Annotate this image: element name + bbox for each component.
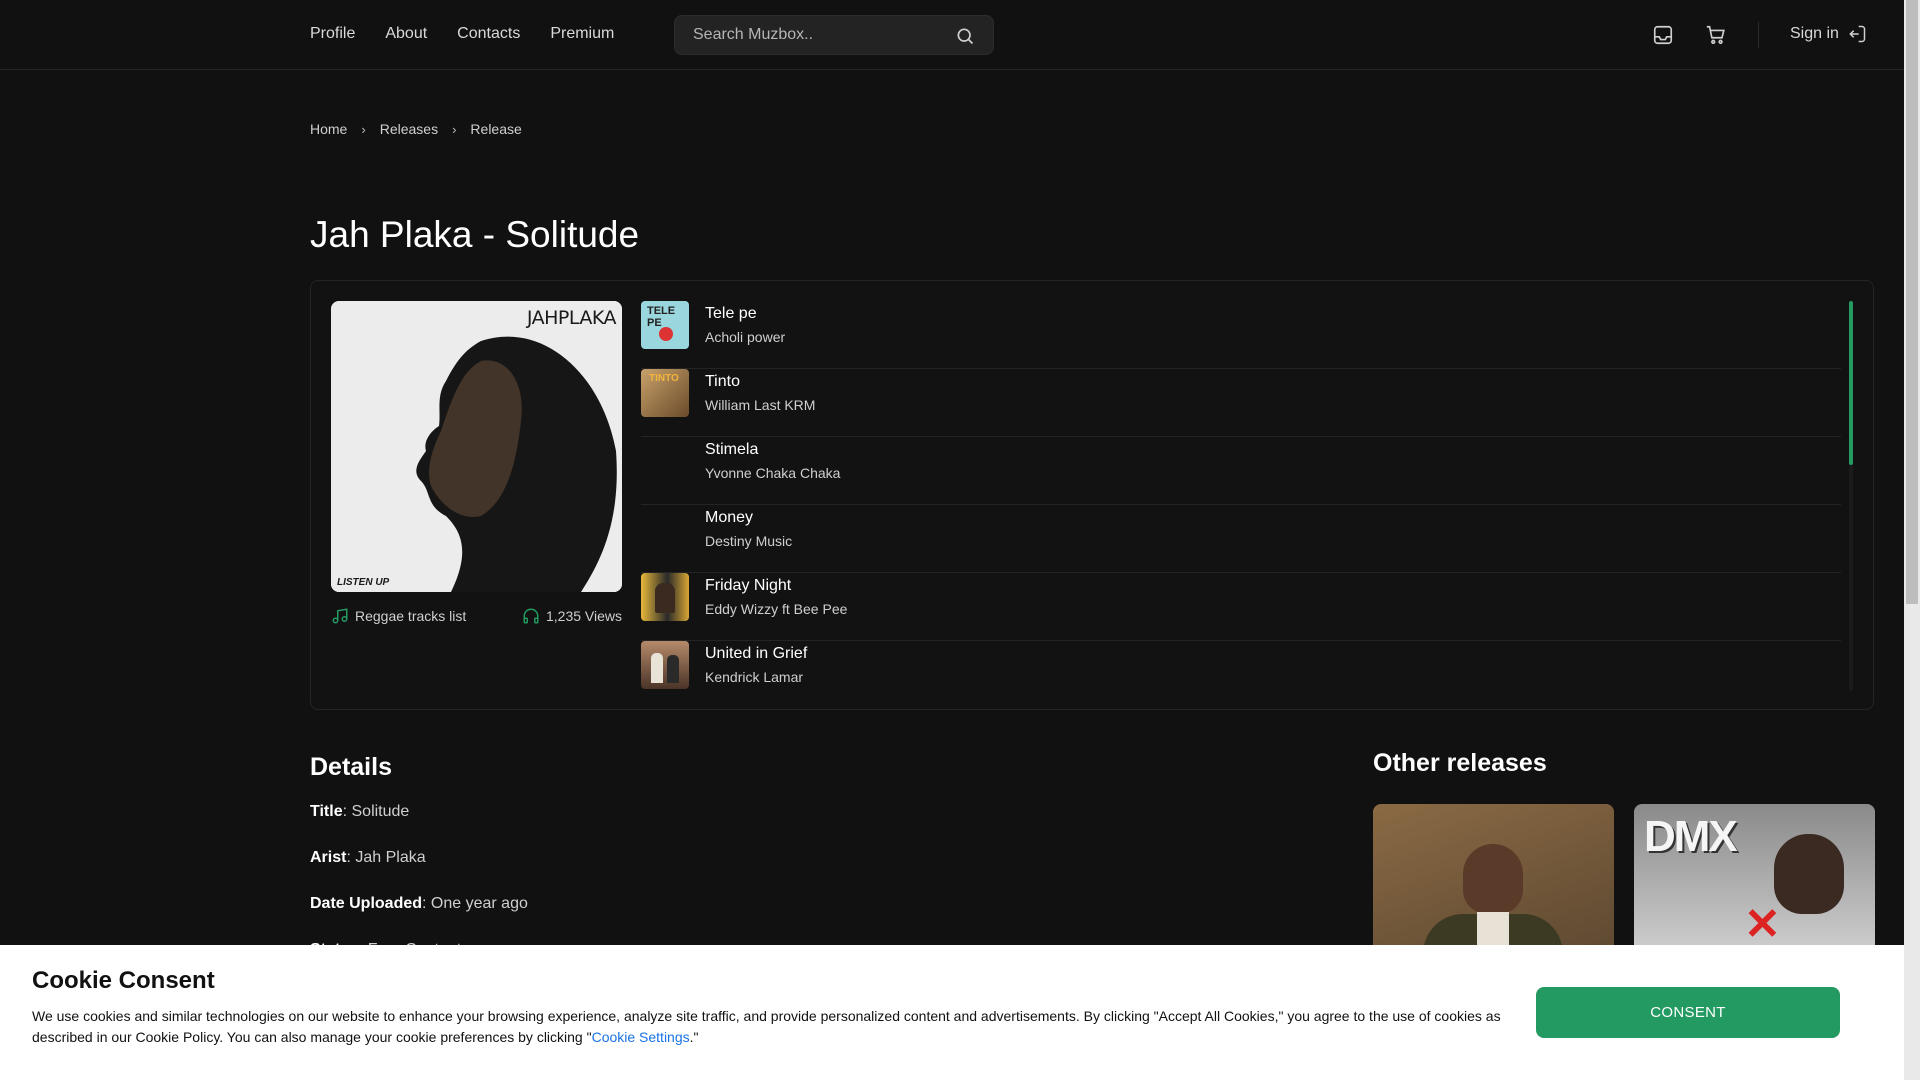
track-artist: Destiny Music bbox=[705, 533, 793, 549]
sign-in-button[interactable]: Sign in bbox=[1790, 24, 1867, 44]
release-card: JAHPLAKA LISTEN UP Reggae tracks list 1,… bbox=[310, 280, 1874, 710]
search-box bbox=[674, 15, 994, 55]
detail-value: Solitude bbox=[351, 803, 410, 820]
cookie-text-end: ." bbox=[689, 1029, 699, 1045]
page-scrollbar[interactable] bbox=[1904, 0, 1920, 1080]
page-title: Jah Plaka - Solitude bbox=[310, 214, 640, 255]
breadcrumb-releases[interactable]: Releases bbox=[380, 121, 438, 137]
artist-portrait bbox=[1463, 844, 1523, 914]
page-scroll-thumb[interactable] bbox=[1906, 0, 1918, 604]
cookie-text: We use cookies and similar technologies … bbox=[32, 1006, 1502, 1048]
album-title-art: DMX bbox=[1644, 812, 1738, 861]
nav-premium-link[interactable]: Premium bbox=[550, 24, 614, 44]
detail-date: Date Uploaded: One year ago bbox=[310, 895, 528, 912]
cover-listen-text: LISTEN UP bbox=[337, 577, 390, 588]
breadcrumb-home[interactable]: Home bbox=[310, 121, 347, 137]
detail-label: Arist bbox=[310, 849, 347, 866]
track-artist: Kendrick Lamar bbox=[705, 669, 804, 685]
track-list: TELE PE Tele pe Acholi power TINTO Tinto… bbox=[641, 301, 1841, 709]
search-icon[interactable] bbox=[955, 26, 975, 46]
music-note-icon bbox=[332, 608, 348, 624]
chevron-right-icon: › bbox=[452, 121, 457, 137]
nav-contacts-link[interactable]: Contacts bbox=[457, 24, 520, 44]
detail-label: Date Uploaded bbox=[310, 895, 423, 912]
track-thumbnail bbox=[641, 437, 689, 485]
chevron-right-icon: › bbox=[361, 121, 366, 137]
breadcrumb: Home › Releases › Release bbox=[310, 121, 522, 137]
track-title: Friday Night bbox=[705, 577, 792, 594]
cookie-banner: Cookie Consent We use cookies and simila… bbox=[0, 945, 1904, 1080]
track-artist: William Last KRM bbox=[705, 397, 816, 413]
track-title: Stimela bbox=[705, 441, 759, 458]
nav-about-link[interactable]: About bbox=[385, 24, 427, 44]
album-cover-art bbox=[331, 301, 622, 592]
detail-value: Jah Plaka bbox=[355, 849, 426, 866]
track-thumbnail bbox=[641, 573, 689, 621]
track-row[interactable]: Friday Night Eddy Wizzy ft Bee Pee bbox=[641, 573, 1841, 641]
top-navbar: Profile About Contacts Premium Sign in bbox=[0, 0, 1904, 70]
nav-profile-link[interactable]: Profile bbox=[310, 24, 355, 44]
track-thumbnail: TELE PE bbox=[641, 301, 689, 349]
main-nav: Profile About Contacts Premium bbox=[310, 24, 644, 44]
search-input[interactable] bbox=[693, 16, 943, 54]
inbox-icon[interactable] bbox=[1652, 24, 1674, 46]
sign-in-label: Sign in bbox=[1790, 25, 1839, 42]
details-heading: Details bbox=[310, 753, 392, 781]
track-thumbnail: TINTO bbox=[641, 369, 689, 417]
breadcrumb-current: Release bbox=[470, 121, 522, 137]
cover-artist-text: JAHPLAKA bbox=[526, 307, 617, 329]
detail-label: Title bbox=[310, 803, 343, 820]
track-thumbnail bbox=[641, 641, 689, 689]
track-title: Tele pe bbox=[705, 305, 757, 322]
track-row[interactable]: Money Destiny Music bbox=[641, 505, 1841, 573]
detail-value: One year ago bbox=[430, 895, 528, 912]
track-title: United in Grief bbox=[705, 645, 808, 662]
cookie-text-main: We use cookies and similar technologies … bbox=[32, 1008, 1501, 1045]
artist-portrait bbox=[1774, 834, 1844, 914]
track-thumbnail bbox=[641, 505, 689, 553]
track-artist: Acholi power bbox=[705, 329, 786, 345]
views-count: 1,235 Views bbox=[522, 607, 622, 625]
album-cover[interactable]: JAHPLAKA LISTEN UP bbox=[331, 301, 622, 592]
other-releases-heading: Other releases bbox=[1373, 749, 1547, 777]
track-row[interactable]: Stimela Yvonne Chaka Chaka bbox=[641, 437, 1841, 505]
views-label: 1,235 Views bbox=[545, 608, 622, 624]
track-list-scrollbar[interactable] bbox=[1849, 301, 1853, 691]
release-meta: Reggae tracks list 1,235 Views bbox=[331, 607, 622, 625]
track-row[interactable]: TELE PE Tele pe Acholi power bbox=[641, 301, 1841, 369]
detail-artist: Arist: Jah Plaka bbox=[310, 849, 426, 866]
cookie-title: Cookie Consent bbox=[32, 967, 215, 994]
x-mark-icon: ✕ bbox=[1744, 900, 1781, 949]
track-artist: Yvonne Chaka Chaka bbox=[705, 465, 841, 481]
genre-label: Reggae tracks list bbox=[355, 608, 467, 624]
header-divider bbox=[1758, 22, 1759, 48]
sign-in-icon bbox=[1849, 25, 1866, 43]
detail-title: Title: Solitude bbox=[310, 803, 410, 820]
track-title: Tinto bbox=[705, 373, 740, 390]
headphones-icon bbox=[523, 608, 539, 624]
consent-button[interactable]: CONSENT bbox=[1536, 987, 1840, 1038]
cart-icon[interactable] bbox=[1705, 24, 1727, 46]
cookie-settings-link[interactable]: Cookie Settings bbox=[592, 1029, 690, 1045]
track-row[interactable]: United in Grief Kendrick Lamar bbox=[641, 641, 1841, 709]
track-title: Money bbox=[705, 509, 754, 526]
genre-link[interactable]: Reggae tracks list bbox=[331, 607, 466, 625]
track-list-scroll-thumb[interactable] bbox=[1849, 301, 1853, 465]
track-artist: Eddy Wizzy ft Bee Pee bbox=[705, 601, 848, 617]
track-row[interactable]: TINTO Tinto William Last KRM bbox=[641, 369, 1841, 437]
